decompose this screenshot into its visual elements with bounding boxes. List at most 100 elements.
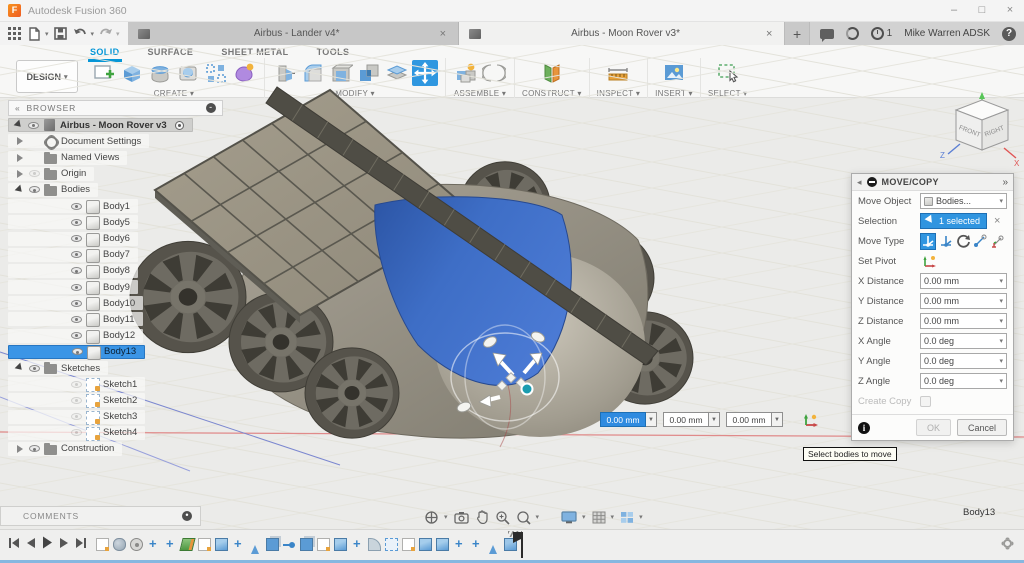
expand-arrow[interactable] — [56, 234, 68, 244]
distance-caret[interactable]: ▼ — [772, 412, 783, 427]
browser-row[interactable]: Sketch3 — [8, 409, 146, 425]
field-input[interactable]: 0.0 deg ▾ — [920, 333, 1007, 349]
comments-bar[interactable]: COMMENTS • — [0, 506, 201, 526]
node-label[interactable]: Airbus - Moon Rover v3 — [60, 120, 167, 131]
node-label[interactable]: Sketches — [61, 363, 100, 374]
visibility-eye-icon[interactable] — [68, 332, 84, 340]
browser-row[interactable]: Construction — [8, 441, 123, 456]
node-label[interactable]: Named Views — [61, 152, 119, 163]
visibility-eye-icon[interactable] — [68, 283, 84, 291]
browser-row[interactable]: Body5 — [8, 215, 138, 231]
tab-label[interactable]: Airbus - Moon Rover v3* — [487, 28, 764, 39]
dialog-expand-icon[interactable]: » — [1002, 177, 1008, 188]
visibility-eye-icon[interactable] — [68, 235, 84, 242]
node-label[interactable]: Body6 — [103, 233, 130, 244]
distance-caret[interactable]: ▼ — [646, 412, 657, 427]
node-label[interactable]: Bodies — [61, 184, 90, 195]
expand-arrow[interactable] — [14, 363, 26, 373]
visibility-eye-icon[interactable] — [68, 315, 84, 323]
distance-input[interactable]: 0.00 mm ▼ — [663, 412, 720, 427]
distance-value[interactable]: 0.00 mm — [663, 412, 709, 427]
timeline-settings-gear-icon[interactable] — [1003, 539, 1012, 548]
field-caret[interactable]: ▾ — [999, 377, 1003, 385]
node-label[interactable]: Sketch4 — [103, 427, 137, 438]
distance-caret[interactable]: ▼ — [709, 412, 720, 427]
display-settings-icon[interactable] — [561, 510, 577, 524]
expand-arrow[interactable] — [14, 169, 26, 179]
move-type-free-move[interactable] — [920, 232, 937, 250]
new-tab-button[interactable]: + — [784, 22, 810, 45]
field-input[interactable]: 0.00 mm ▾ — [920, 273, 1007, 289]
visibility-eye-icon[interactable] — [68, 380, 84, 388]
tab-close-icon[interactable]: × — [438, 28, 448, 40]
timeline-feature-fillet[interactable] — [368, 538, 381, 551]
field-value[interactable]: 0.0 deg — [924, 336, 1000, 346]
step-back-button[interactable] — [26, 536, 36, 554]
field-input[interactable]: 0.00 mm ▾ — [920, 313, 1007, 329]
visibility-eye-icon[interactable] — [68, 218, 84, 226]
expand-arrow[interactable] — [56, 331, 68, 341]
field-value[interactable]: 0.00 mm — [924, 276, 1000, 286]
timeline-feature-hole[interactable] — [130, 538, 143, 551]
move-type-translate[interactable] — [937, 233, 953, 250]
node-label[interactable]: Sketch1 — [103, 379, 137, 390]
field-value[interactable]: 0.0 deg — [924, 376, 1000, 386]
expand-arrow[interactable] — [56, 201, 68, 211]
timeline-feature-sketch[interactable] — [198, 538, 211, 551]
selection-button[interactable]: 1 selected — [920, 213, 988, 229]
visibility-eye-icon[interactable] — [26, 364, 42, 372]
redo-icon[interactable] — [97, 25, 114, 42]
timeline-feature-extrude[interactable] — [215, 538, 228, 551]
timeline-playhead[interactable] — [513, 532, 523, 558]
file-menu-caret[interactable]: ▾ — [45, 30, 49, 38]
visibility-eye-icon[interactable] — [68, 413, 84, 421]
file-menu-icon[interactable] — [26, 25, 43, 42]
create-copy-checkbox[interactable] — [920, 395, 931, 407]
browser-row[interactable]: Body12 — [8, 328, 144, 344]
timeline-feature-combine[interactable] — [300, 538, 313, 551]
field-value[interactable]: 0.0 deg — [924, 356, 1000, 366]
timeline-feature-move[interactable] — [164, 536, 177, 551]
timeline-feature-pattern[interactable] — [385, 538, 398, 551]
field-value[interactable]: 0.00 mm — [924, 316, 1000, 326]
expand-arrow[interactable] — [56, 395, 68, 405]
move-type-point-to-point[interactable] — [972, 233, 988, 250]
viewports-icon[interactable] — [620, 511, 634, 524]
play-button[interactable] — [42, 536, 53, 554]
browser-row[interactable]: Airbus - Moon Rover v3 — [8, 118, 193, 133]
look-at-icon[interactable] — [453, 511, 469, 524]
timeline-feature-extrude[interactable] — [436, 538, 449, 551]
browser-row[interactable]: Body13 — [8, 344, 146, 360]
browser-row[interactable]: Sketch1 — [8, 377, 146, 393]
collapse-panel-icon[interactable]: « — [15, 103, 21, 113]
browser-row[interactable]: Document Settings — [8, 134, 150, 150]
move-type-rotate[interactable] — [955, 233, 971, 250]
node-label[interactable]: Body10 — [103, 298, 135, 309]
feedback-bubble-icon[interactable] — [819, 28, 834, 42]
timeline-feature-extrude[interactable] — [334, 538, 347, 551]
clear-selection-icon[interactable]: × — [994, 215, 1000, 227]
pan-icon[interactable] — [475, 510, 489, 524]
field-input[interactable]: 0.0 deg ▾ — [920, 373, 1007, 389]
timeline-feature-mirror[interactable] — [487, 538, 500, 551]
expand-arrow[interactable] — [56, 314, 68, 324]
timeline-feature-move[interactable] — [453, 536, 466, 551]
timeline-feature-move[interactable] — [147, 536, 160, 551]
set-pivot-button[interactable] — [920, 253, 939, 270]
timeline-feature-sketch[interactable] — [317, 538, 330, 551]
visibility-eye-icon[interactable] — [26, 170, 42, 178]
node-label[interactable]: Body13 — [104, 346, 136, 357]
field-value[interactable]: 0.00 mm — [924, 296, 1000, 306]
job-status-icon[interactable] — [845, 27, 859, 40]
field-caret[interactable]: ▾ — [999, 297, 1003, 305]
browser-row[interactable]: Body11 — [8, 312, 143, 328]
undo-caret[interactable]: ▾ — [91, 30, 95, 38]
browser-row[interactable]: Origin — [8, 166, 95, 181]
browser-row[interactable]: Body9 — [8, 280, 138, 296]
browser-row[interactable]: Sketches — [8, 361, 109, 375]
visibility-eye-icon[interactable] — [68, 267, 84, 275]
zoom-window-icon[interactable] — [516, 510, 531, 525]
cancel-button[interactable]: Cancel — [956, 419, 1007, 436]
grid-settings-caret[interactable]: ▾ — [611, 513, 615, 521]
node-label[interactable]: Construction — [61, 443, 114, 454]
